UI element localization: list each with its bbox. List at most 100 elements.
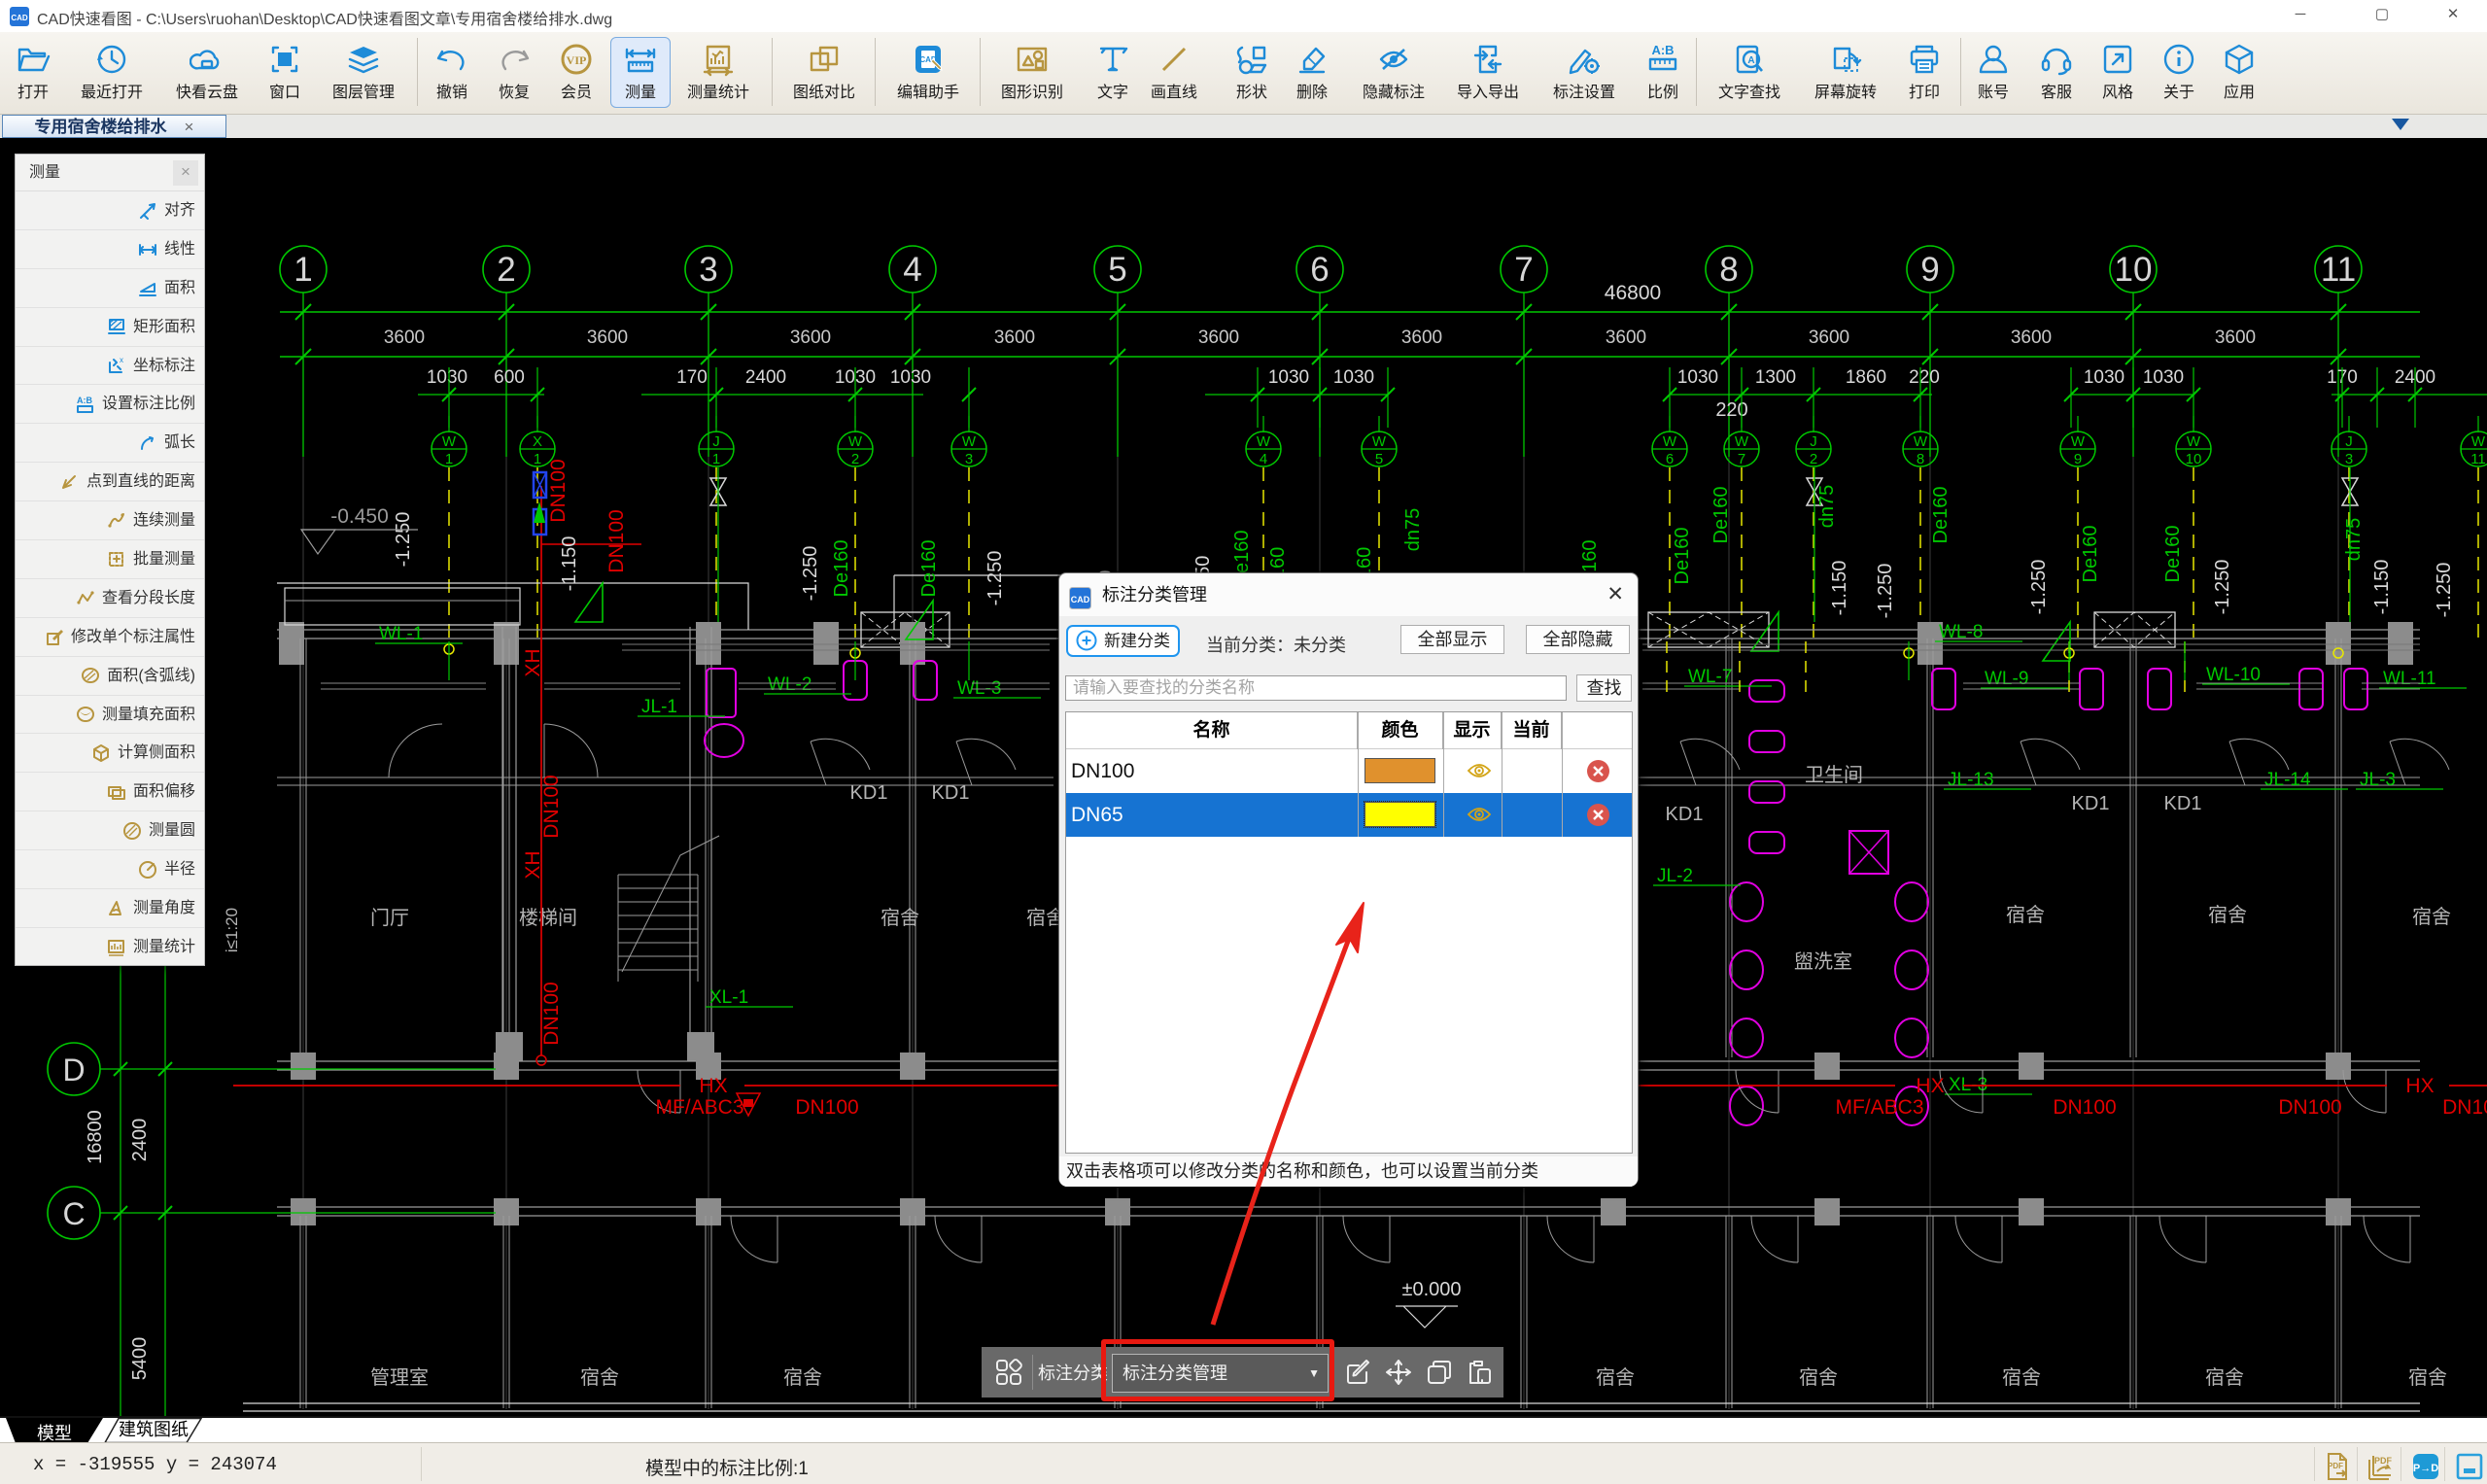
svg-text:1: 1 — [712, 451, 720, 467]
svg-text:600: 600 — [494, 367, 525, 388]
svg-text:JL-3: JL-3 — [2360, 770, 2396, 790]
svg-text:3600: 3600 — [2011, 328, 2052, 348]
svg-text:-0.450: -0.450 — [330, 505, 389, 528]
svg-text:宿舍: 宿舍 — [2412, 906, 2451, 928]
svg-text:DN100: DN100 — [540, 775, 563, 838]
svg-text:-1.250: -1.250 — [1875, 564, 1896, 619]
svg-text:10: 10 — [2186, 451, 2202, 467]
svg-text:C: C — [62, 1196, 85, 1231]
svg-text:De160: De160 — [2162, 526, 2184, 583]
svg-text:3600: 3600 — [384, 328, 425, 348]
svg-text:8: 8 — [1917, 451, 1924, 467]
svg-text:5400: 5400 — [129, 1337, 151, 1381]
svg-text:1: 1 — [294, 251, 312, 289]
svg-text:卫生间: 卫生间 — [1805, 764, 1863, 786]
svg-text:A:B: A:B — [77, 396, 92, 405]
svg-text:W: W — [1257, 433, 1271, 450]
svg-text:J: J — [1810, 433, 1817, 450]
svg-text:-1.150: -1.150 — [1829, 561, 1850, 616]
svg-text:-1.250: -1.250 — [2212, 560, 2233, 615]
svg-text:WL-9: WL-9 — [1985, 669, 2028, 689]
svg-text:DN100: DN100 — [605, 509, 628, 572]
svg-text:5: 5 — [1375, 451, 1383, 467]
svg-text:DN100: DN100 — [547, 459, 570, 522]
svg-text:De160: De160 — [1710, 487, 1732, 544]
svg-text:A: A — [1747, 55, 1754, 66]
svg-text:2400: 2400 — [745, 367, 786, 388]
svg-text:JL-1: JL-1 — [641, 697, 677, 717]
svg-text:1: 1 — [534, 451, 541, 467]
svg-text:KD1: KD1 — [1666, 804, 1704, 825]
svg-text:宿舍: 宿舍 — [2205, 1366, 2244, 1389]
svg-text:CAD: CAD — [11, 14, 28, 22]
svg-text:-1.250: -1.250 — [2434, 563, 2455, 618]
svg-text:A:B: A:B — [1651, 43, 1674, 57]
svg-text:WL-1: WL-1 — [379, 624, 423, 644]
svg-text:2: 2 — [497, 251, 515, 289]
svg-text:x: x — [120, 356, 123, 364]
svg-text:170: 170 — [676, 367, 708, 388]
svg-text:CAD: CAD — [1071, 595, 1090, 604]
svg-text:MF/ABC3: MF/ABC3 — [1835, 1096, 1923, 1119]
svg-text:W: W — [1663, 433, 1677, 450]
svg-text:KD1: KD1 — [2072, 793, 2110, 814]
svg-text:WL-11: WL-11 — [2383, 669, 2436, 689]
svg-text:PDF: PDF — [2374, 1456, 2393, 1466]
svg-text:6: 6 — [1310, 251, 1329, 289]
svg-text:MF/ABC3: MF/ABC3 — [655, 1096, 743, 1119]
svg-text:4: 4 — [1260, 451, 1267, 467]
svg-text:-1.150: -1.150 — [2371, 560, 2393, 615]
svg-text:KD1: KD1 — [850, 782, 888, 804]
svg-text:1030: 1030 — [890, 367, 931, 388]
svg-text:XH: XH — [522, 850, 544, 879]
svg-text:3: 3 — [965, 451, 973, 467]
svg-text:3600: 3600 — [1401, 328, 1442, 348]
svg-text:8: 8 — [1719, 251, 1738, 289]
svg-text:-1.250: -1.250 — [984, 551, 1006, 606]
svg-text:宿舍: 宿舍 — [2208, 904, 2247, 926]
svg-text:DN100: DN100 — [540, 982, 563, 1045]
svg-text:KD1: KD1 — [2164, 793, 2202, 814]
svg-text:1860: 1860 — [1846, 367, 1886, 388]
svg-text:dn75: dn75 — [1816, 485, 1838, 529]
svg-text:3600: 3600 — [994, 328, 1035, 348]
svg-text:D: D — [62, 1053, 85, 1087]
svg-text:dn75: dn75 — [1402, 508, 1424, 552]
svg-text:XH: XH — [522, 648, 544, 676]
svg-text:WL-2: WL-2 — [768, 674, 812, 695]
svg-text:PDF: PDF — [2328, 1462, 2343, 1470]
svg-text:W: W — [1735, 433, 1749, 450]
svg-text:3600: 3600 — [587, 328, 628, 348]
svg-text:宿舍: 宿舍 — [881, 907, 919, 929]
svg-text:2: 2 — [1810, 451, 1817, 467]
svg-text:3600: 3600 — [1198, 328, 1239, 348]
svg-text:宿舍: 宿舍 — [2006, 904, 2045, 926]
svg-text:±0.000: ±0.000 — [1401, 1279, 1461, 1300]
svg-text:De160: De160 — [1930, 487, 1952, 544]
svg-text:宿舍: 宿舍 — [2408, 1366, 2447, 1389]
svg-text:7: 7 — [1514, 251, 1533, 289]
svg-text:W: W — [848, 433, 863, 450]
svg-text:3600: 3600 — [790, 328, 831, 348]
svg-text:3600: 3600 — [2215, 328, 2256, 348]
svg-text:W: W — [1914, 433, 1928, 450]
svg-text:dn75: dn75 — [2343, 518, 2365, 562]
svg-text:HX: HX — [699, 1075, 727, 1097]
svg-text:WL-7: WL-7 — [1688, 667, 1732, 687]
svg-text:7: 7 — [1738, 451, 1745, 467]
svg-text:1030: 1030 — [2143, 367, 2184, 388]
svg-text:1030: 1030 — [2084, 367, 2124, 388]
svg-text:X: X — [533, 433, 542, 450]
svg-text:1030: 1030 — [1333, 367, 1374, 388]
svg-text:JL-2: JL-2 — [1657, 866, 1693, 886]
svg-text:门厅: 门厅 — [370, 907, 409, 929]
svg-text:9: 9 — [1920, 251, 1939, 289]
svg-text:3: 3 — [699, 251, 717, 289]
svg-text:3: 3 — [2345, 451, 2353, 467]
svg-text:盥洗室: 盥洗室 — [1794, 950, 1852, 973]
svg-text:3600: 3600 — [1809, 328, 1849, 348]
svg-text:JL-14: JL-14 — [2264, 770, 2311, 790]
svg-text:J: J — [2345, 433, 2353, 450]
svg-text:楼梯间: 楼梯间 — [519, 907, 577, 929]
svg-text:HX: HX — [1916, 1075, 1944, 1097]
